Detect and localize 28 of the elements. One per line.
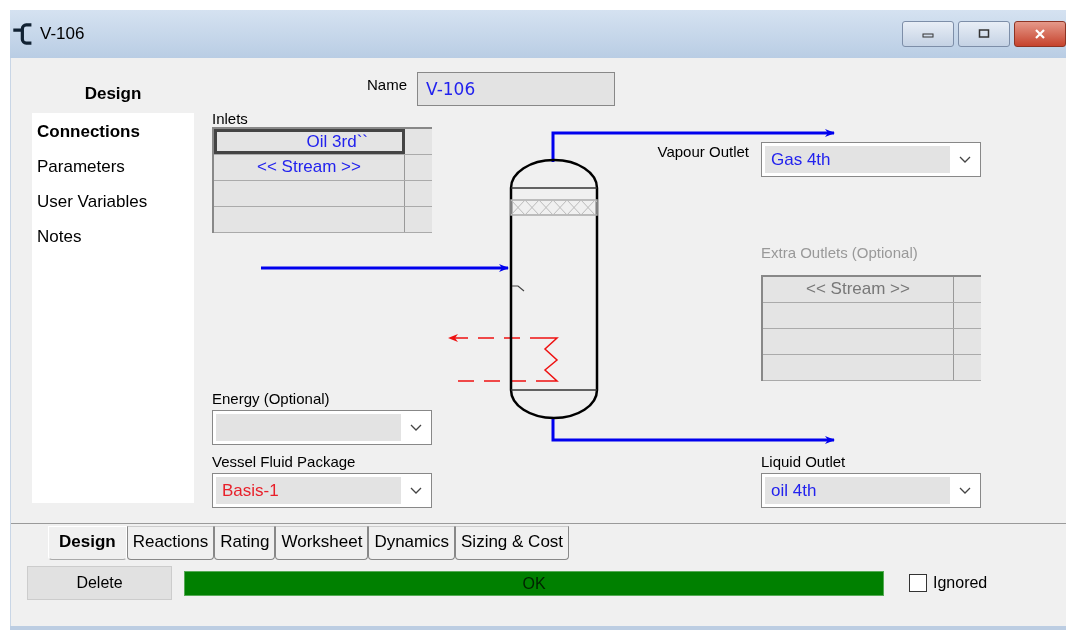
vapour-outlet-dropdown[interactable]: Gas 4th [761, 142, 981, 177]
name-label: Name [367, 76, 407, 93]
delete-button[interactable]: Delete [27, 566, 172, 600]
section-heading: Design [83, 84, 143, 105]
tab[interactable]: Reactions [126, 526, 215, 560]
ignored-label: Ignored [933, 574, 988, 592]
tab[interactable]: Dynamics [368, 526, 455, 560]
sidebar-item[interactable]: Notes [32, 224, 194, 259]
inlets-label: Inlets [212, 110, 249, 127]
liquid-outlet-dropdown[interactable]: oil 4th [761, 473, 981, 508]
extra-outlets-label: Extra Outlets (Optional) [761, 244, 919, 261]
tab[interactable]: Design [48, 526, 127, 560]
name-field[interactable]: V-106 [417, 72, 615, 106]
liquid-outlet-label: Liquid Outlet [761, 453, 847, 470]
sidebar-item[interactable]: Connections [32, 119, 194, 154]
stream-cell[interactable]: << Stream >> [214, 155, 405, 180]
tab[interactable]: Worksheet [275, 526, 369, 560]
window-title: V-106 [40, 24, 85, 44]
stream-cell[interactable]: Oil 3rd`` [214, 129, 405, 154]
status-bar: OK [184, 570, 884, 596]
fluid-package-dropdown[interactable]: Basis-1 [212, 473, 432, 508]
sidebar-item[interactable]: User Variables [32, 189, 194, 224]
fluid-package-label: Vessel Fluid Package [212, 453, 357, 470]
tab[interactable]: Rating [214, 526, 276, 560]
vapour-outlet-label: Vapour Outlet [657, 143, 749, 160]
tab[interactable]: Sizing & Cost [455, 526, 570, 560]
energy-label: Energy (Optional) [212, 390, 331, 407]
sidebar-item[interactable]: Parameters [32, 154, 194, 189]
